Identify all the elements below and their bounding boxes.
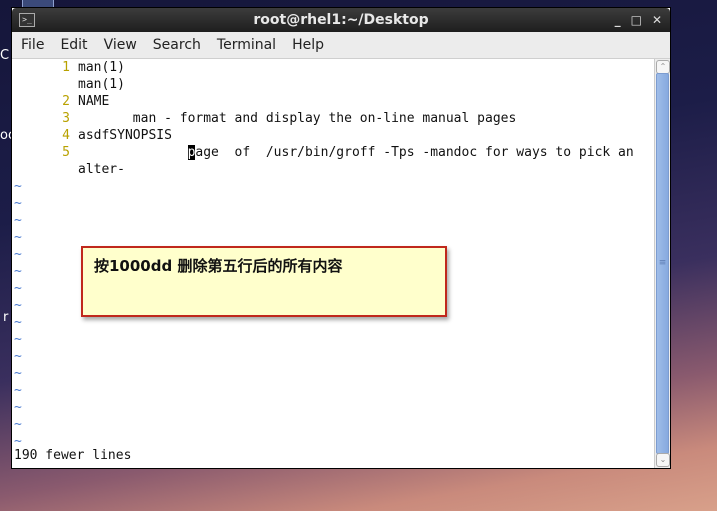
line-text: man(1)	[78, 77, 125, 92]
empty-line-tilde: ~	[14, 417, 22, 432]
empty-line-tilde: ~	[14, 332, 22, 347]
empty-line-tilde: ~	[14, 298, 22, 313]
empty-line-tilde: ~	[14, 349, 22, 364]
minimize-button[interactable]: _	[615, 8, 621, 32]
scroll-up-button[interactable]: ⌃	[656, 60, 670, 74]
line-text: NAME	[78, 94, 110, 109]
vertical-scrollbar[interactable]: ⌃ ≡ ⌄	[654, 59, 670, 468]
editor-line: 3 man - format and display the on-line m…	[12, 110, 516, 127]
menu-terminal[interactable]: Terminal	[209, 37, 284, 53]
close-button[interactable]: ✕	[652, 8, 662, 32]
menu-bar: File Edit View Search Terminal Help	[12, 32, 670, 59]
line-number: 2	[62, 94, 70, 109]
menu-view[interactable]: View	[96, 37, 145, 53]
editor-line: 5 page of /usr/bin/groff -Tps -mandoc fo…	[12, 144, 634, 161]
empty-line-tilde: ~	[14, 247, 22, 262]
terminal-icon: >_	[19, 13, 35, 27]
line-number: 3	[62, 111, 70, 126]
title-bar[interactable]: >_ root@rhel1:~/Desktop _ □ ✕	[12, 8, 670, 32]
menu-file[interactable]: File	[12, 37, 52, 53]
grip-icon: ≡	[658, 257, 667, 268]
empty-line-tilde: ~	[14, 230, 22, 245]
status-message: 190 fewer lines	[14, 448, 132, 463]
scrollbar-thumb[interactable]: ≡	[656, 73, 669, 454]
editor-line: 2 NAME	[12, 93, 109, 110]
line-text: asdfSYNOPSIS	[78, 128, 172, 143]
scroll-down-button[interactable]: ⌄	[656, 453, 670, 467]
line-text: man(1)	[78, 60, 125, 75]
empty-line-tilde: ~	[14, 213, 22, 228]
menu-search[interactable]: Search	[145, 37, 209, 53]
annotation-callout: 按1000dd 删除第五行后的所有内容	[81, 246, 447, 317]
desktop-label: C	[0, 48, 10, 63]
empty-line-tilde: ~	[14, 179, 22, 194]
line-number: 5	[62, 145, 70, 160]
line-number: 4	[62, 128, 70, 143]
window-title: root@rhel1:~/Desktop	[253, 12, 429, 28]
annotation-text: 按1000dd 删除第五行后的所有内容	[94, 257, 343, 275]
menu-edit[interactable]: Edit	[52, 37, 95, 53]
empty-line-tilde: ~	[14, 315, 22, 330]
empty-line-tilde: ~	[14, 366, 22, 381]
empty-line-tilde: ~	[14, 281, 22, 296]
empty-line-tilde: ~	[14, 383, 22, 398]
editor-line: 1 man(1)	[12, 59, 125, 76]
empty-line-tilde: ~	[14, 400, 22, 415]
line-text: age of /usr/bin/groff -Tps -mandoc for w…	[195, 145, 634, 160]
terminal-window: >_ root@rhel1:~/Desktop _ □ ✕ File Edit …	[11, 7, 671, 469]
line-number: 1	[62, 60, 70, 75]
maximize-button[interactable]: □	[631, 8, 642, 32]
editor-line: alter-	[12, 161, 125, 178]
editor-line: 4 asdfSYNOPSIS	[12, 127, 172, 144]
line-text: man - format and display the on-line man…	[78, 111, 517, 126]
menu-help[interactable]: Help	[284, 37, 332, 53]
desktop-label: r	[3, 310, 9, 325]
empty-line-tilde: ~	[14, 264, 22, 279]
editor-line: man(1)	[12, 76, 125, 93]
empty-line-tilde: ~	[14, 196, 22, 211]
line-text: alter-	[78, 162, 125, 177]
